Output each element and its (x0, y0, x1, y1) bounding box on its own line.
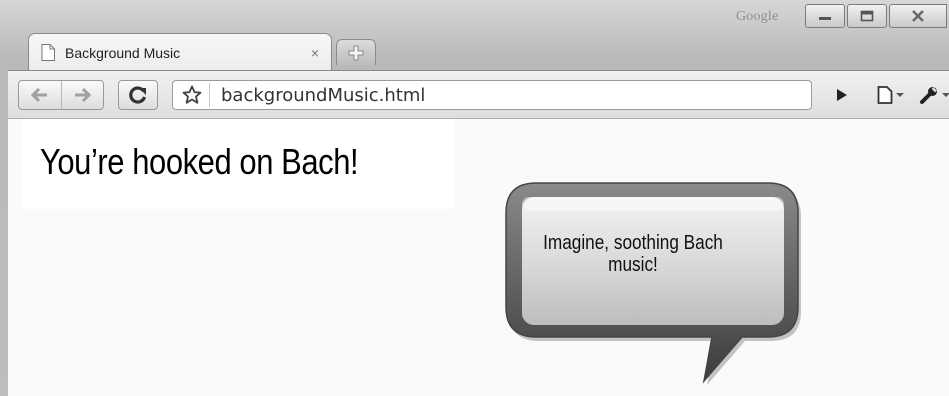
play-icon (837, 89, 847, 101)
heading-box: You’re hooked on Bach! (22, 119, 454, 209)
window-controls (805, 4, 947, 28)
page-menu-button[interactable] (868, 80, 912, 110)
page-menu-icon (877, 86, 892, 104)
google-brand-label: Google (736, 9, 779, 24)
maximize-icon (860, 10, 874, 22)
speech-bubble-text: Imagine, soothing Bach music! (543, 232, 723, 276)
browser-window: Google Background Music × backgroundMusi… (0, 0, 949, 396)
nav-buttons (18, 80, 104, 110)
star-icon (182, 85, 202, 104)
back-arrow-icon (30, 87, 47, 103)
page-content: You’re hooked on Bach! Imagine, soothing… (8, 118, 949, 396)
chevron-down-icon (895, 93, 904, 97)
close-window-button[interactable] (889, 4, 947, 28)
wrench-menu-button[interactable] (912, 80, 949, 110)
bookmark-star-button[interactable] (175, 83, 210, 107)
wrench-icon (919, 87, 937, 104)
close-icon (912, 10, 924, 22)
chevron-down-icon (941, 93, 949, 97)
speech-bubble (505, 182, 801, 385)
plus-icon (348, 45, 364, 60)
address-bar[interactable] (172, 80, 812, 110)
page-heading: You’re hooked on Bach! (40, 141, 359, 182)
toolbar (8, 70, 949, 118)
back-button[interactable] (19, 81, 61, 109)
go-button[interactable] (824, 80, 860, 110)
url-input[interactable] (221, 81, 781, 109)
page-icon (41, 44, 55, 61)
minimize-button[interactable] (805, 4, 845, 28)
tab-background-music[interactable]: Background Music × (28, 33, 332, 71)
minimize-icon (819, 17, 831, 20)
reload-button[interactable] (118, 80, 158, 110)
reload-icon (129, 86, 147, 104)
forward-arrow-icon (75, 87, 92, 103)
forward-button[interactable] (60, 81, 104, 109)
new-tab-button[interactable] (336, 39, 376, 65)
maximize-button[interactable] (847, 4, 887, 28)
tab-close-button[interactable]: × (311, 45, 319, 61)
tab-title: Background Music (65, 44, 181, 61)
